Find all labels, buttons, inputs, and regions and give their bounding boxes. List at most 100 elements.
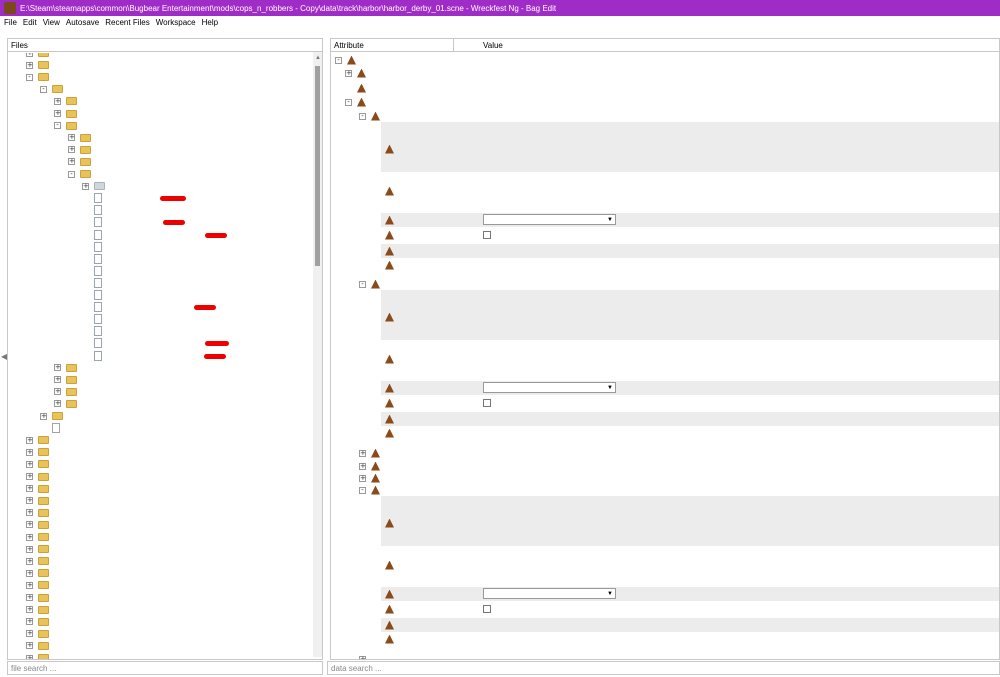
expander-icon[interactable]: + — [26, 533, 33, 541]
scale-field[interactable] — [373, 353, 399, 365]
subscene-field[interactable] — [373, 633, 399, 645]
menu-item-edit[interactable]: Edit — [23, 18, 37, 27]
tree-row[interactable]: + — [82, 180, 110, 192]
tree-row[interactable]: + — [26, 531, 54, 543]
expander-icon[interactable]: + — [26, 581, 33, 589]
tree-row[interactable]: + — [54, 386, 82, 398]
name-field[interactable] — [373, 245, 399, 257]
expander-icon[interactable]: + — [26, 485, 33, 493]
menu-item-file[interactable]: File — [4, 18, 17, 27]
expander-icon[interactable]: + — [54, 388, 61, 396]
scrollbar-thumb[interactable] — [315, 66, 320, 266]
heading-select[interactable]: ▼ — [483, 214, 616, 225]
tree-row[interactable]: + — [26, 483, 54, 495]
file-search-input[interactable]: file search ... — [7, 661, 323, 675]
expander-icon[interactable]: + — [26, 630, 33, 638]
tree-row[interactable]: + — [54, 108, 82, 120]
tree-row[interactable]: - — [54, 120, 82, 132]
expander-icon[interactable]: - — [40, 85, 47, 93]
tree-row[interactable]: - — [68, 168, 96, 180]
tree-row[interactable]: + — [26, 458, 54, 470]
expander-icon[interactable]: + — [26, 436, 33, 444]
heading-select[interactable]: ▼ — [483, 382, 616, 393]
expander-icon[interactable]: + — [68, 146, 75, 154]
tree-row[interactable]: + — [68, 144, 96, 156]
attribute-column-header[interactable]: Attribute — [334, 41, 364, 50]
tree-row[interactable]: + — [26, 579, 54, 591]
tree-row[interactable]: + — [26, 628, 54, 640]
expander-icon[interactable]: + — [359, 449, 366, 457]
expander-icon[interactable]: + — [26, 521, 33, 529]
tree-row[interactable]: + — [54, 398, 82, 410]
menu-item-autosave[interactable]: Autosave — [66, 18, 99, 27]
expander-icon[interactable]: + — [359, 655, 366, 659]
menu-item-workspace[interactable]: Workspace — [156, 18, 196, 27]
files-scrollbar[interactable]: ▲ — [313, 52, 322, 657]
expander-icon[interactable]: + — [54, 376, 61, 384]
heading-field[interactable] — [373, 588, 399, 600]
tree-row[interactable]: + — [26, 616, 54, 628]
expander-icon[interactable]: - — [26, 73, 33, 81]
expander-icon[interactable]: + — [54, 110, 61, 117]
tree-row[interactable] — [82, 325, 107, 337]
subscene-0-node[interactable]: - — [359, 110, 385, 122]
expander-icon[interactable]: + — [26, 594, 33, 601]
lights-node[interactable] — [345, 82, 371, 94]
tree-row[interactable] — [82, 350, 107, 362]
checkbox[interactable] — [483, 399, 491, 407]
tree-row[interactable] — [82, 229, 107, 241]
expander-icon[interactable]: + — [54, 400, 61, 408]
expander-icon[interactable]: + — [40, 412, 47, 420]
scale-field[interactable] — [373, 185, 399, 197]
tree-row[interactable]: + — [68, 156, 96, 168]
menu-item-view[interactable]: View — [43, 18, 60, 27]
tree-row[interactable]: - — [40, 83, 68, 95]
expander-icon[interactable]: + — [26, 569, 33, 577]
tree-row[interactable]: + — [54, 374, 82, 386]
expander-icon[interactable]: + — [359, 474, 366, 482]
chevron-down-icon[interactable]: ▼ — [607, 385, 613, 391]
expander-icon[interactable]: - — [335, 56, 342, 64]
models-node[interactable]: + — [345, 67, 371, 79]
tree-row[interactable]: + — [26, 59, 54, 71]
expander-icon[interactable]: + — [26, 448, 33, 456]
tree-row[interactable]: + — [26, 592, 54, 604]
subscene-4-node[interactable]: + — [359, 472, 385, 484]
expander-icon[interactable]: + — [359, 462, 366, 470]
expander-icon[interactable]: + — [26, 53, 33, 57]
tree-row[interactable]: + — [26, 471, 54, 483]
tree-row[interactable]: + — [26, 446, 54, 458]
tree-row[interactable] — [82, 253, 107, 265]
transformation-field[interactable] — [373, 517, 399, 529]
tree-row[interactable] — [82, 241, 107, 253]
expander-icon[interactable]: - — [54, 122, 61, 130]
tree-row[interactable] — [82, 313, 107, 325]
expander-icon[interactable]: - — [345, 98, 352, 106]
tree-row[interactable] — [82, 337, 107, 349]
tree-row[interactable]: + — [54, 95, 82, 107]
tree-row[interactable]: + — [26, 604, 54, 616]
subscene-field[interactable] — [373, 259, 399, 271]
expander-icon[interactable]: + — [26, 606, 33, 614]
subscenes-node[interactable]: - — [345, 96, 371, 108]
subscene-2-node[interactable]: + — [359, 447, 385, 459]
tree-row[interactable] — [82, 204, 107, 216]
expander-icon[interactable]: + — [26, 545, 33, 553]
expander-icon[interactable]: + — [26, 642, 33, 650]
heading-field[interactable] — [373, 382, 399, 394]
subscene-field[interactable] — [373, 427, 399, 439]
tree-row[interactable]: + — [54, 362, 82, 374]
subscene-5-node[interactable]: - — [359, 484, 385, 496]
checkbox[interactable] — [483, 231, 491, 239]
expander-icon[interactable]: + — [68, 134, 75, 142]
expander-icon[interactable]: + — [26, 618, 33, 626]
expander-icon[interactable]: + — [26, 497, 33, 505]
tree-row[interactable]: + — [26, 53, 54, 59]
expander-icon[interactable]: - — [359, 486, 366, 494]
tree-row[interactable]: + — [26, 507, 54, 519]
expander-icon[interactable]: + — [26, 509, 33, 517]
chevron-down-icon[interactable]: ▼ — [607, 591, 613, 597]
flags-field[interactable] — [373, 229, 399, 241]
tree-row[interactable]: + — [26, 567, 54, 579]
tree-row[interactable] — [82, 277, 107, 289]
